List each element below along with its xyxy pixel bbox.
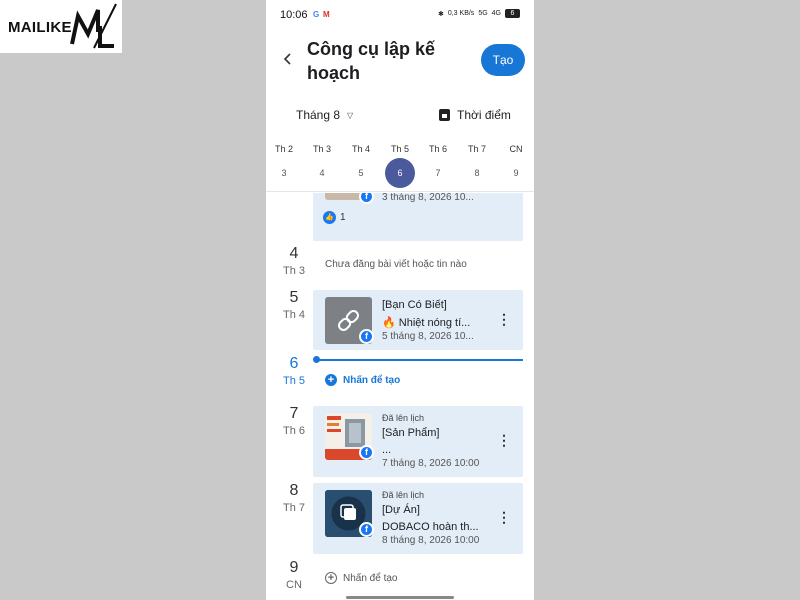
more-options-icon[interactable]: ⋮	[497, 510, 511, 524]
post-card[interactable]: f Đã lên lịch [Dự Án] DOBACO hoàn th... …	[313, 483, 523, 554]
gmail-icon: M	[323, 10, 330, 19]
like-icon: 👍	[323, 211, 336, 224]
week-strip: Th 2 3 Th 3 4 Th 4 5 Th 5 6 Th 6 7 Th 7 …	[266, 140, 534, 192]
post-card[interactable]: f 3 tháng 8, 2026 10... 👍 1	[313, 193, 523, 241]
week-day-name: Th 3	[312, 144, 331, 154]
moment-button[interactable]: Thời điểm	[457, 108, 511, 122]
like-count: 1	[340, 212, 346, 223]
post-tag: [Bạn Có Biết]	[382, 299, 447, 311]
scheduled-status: Đã lên lịch	[382, 413, 425, 423]
mailike-logo: MAILIKE	[0, 0, 122, 53]
post-text: DOBACO hoàn th...	[382, 521, 479, 533]
week-day-number: 4	[319, 168, 325, 178]
logo-text: MAILIKE	[8, 19, 72, 36]
chevron-down-icon[interactable]: ▽	[347, 111, 353, 120]
plus-circle-icon: +	[325, 374, 337, 386]
day-weekday: Th 3	[282, 265, 305, 277]
post-text: 🔥 Nhiệt nóng tí...	[382, 317, 471, 329]
week-day-number: 8	[474, 168, 480, 178]
week-day-name: Th 6	[428, 144, 447, 154]
plus-circle-outline-icon: +	[325, 572, 337, 584]
more-options-icon[interactable]: ⋮	[497, 312, 511, 326]
post-text: ...	[382, 444, 392, 456]
schedule-feed[interactable]: f 3 tháng 8, 2026 10... 👍 1 4 Th 3 Chưa …	[266, 193, 534, 600]
post-date: 5 tháng 8, 2026 10...	[382, 331, 474, 342]
facebook-icon: f	[359, 193, 374, 204]
day-label: 4 Th 3	[266, 245, 322, 277]
create-button[interactable]: Tạo	[481, 44, 525, 76]
tap-to-create-label: Nhấn để tạo	[343, 374, 401, 386]
scheduled-status: Đã lên lịch	[382, 490, 425, 500]
tap-to-create[interactable]: + Nhấn để tạo	[325, 572, 398, 584]
week-day-number: 5	[358, 168, 364, 178]
week-day-name: Th 4	[351, 144, 370, 154]
home-indicator[interactable]	[346, 596, 454, 599]
status-bar: 10:06 G M ✱ 0,3 KB/s 5G 4G 6	[266, 0, 534, 28]
week-day-name: Th 7	[467, 144, 486, 154]
planner-toolbar: Tháng 8 ▽ Thời điểm	[266, 104, 534, 128]
week-day-name: CN	[509, 144, 523, 154]
day-number: 4	[289, 245, 299, 262]
status-time: 10:06	[280, 9, 308, 21]
week-day-name: Th 2	[274, 144, 293, 154]
google-icon: G	[313, 10, 320, 19]
facebook-icon: f	[359, 445, 374, 460]
status-icons: ✱ 0,3 KB/s 5G 4G 6	[438, 9, 520, 18]
week-day-name: Th 5	[390, 144, 409, 154]
post-tag: [Dự Án]	[382, 504, 420, 516]
day-label: 9 CN	[266, 559, 322, 591]
post-tag: [Sản Phẩm]	[382, 427, 440, 439]
signal-4g-icon: 4G	[491, 10, 501, 17]
day-weekday: Th 5	[282, 375, 305, 387]
net-speed: 0,3 KB/s	[447, 10, 475, 17]
week-day-number: 9	[513, 168, 519, 178]
post-date: 7 tháng 8, 2026 10:00	[382, 458, 480, 469]
signal-5g-icon: 5G	[478, 10, 488, 17]
facebook-icon: f	[359, 329, 374, 344]
calendar-icon[interactable]	[439, 109, 450, 121]
app-header: Công cụ lập kế hoạch Tạo	[266, 30, 534, 90]
current-time-line	[316, 359, 523, 361]
month-selector[interactable]: Tháng 8	[296, 108, 340, 122]
empty-day-text: Chưa đăng bài viết hoặc tin nào	[325, 259, 467, 270]
bluetooth-icon: ✱	[437, 10, 444, 18]
back-arrow-icon[interactable]	[280, 51, 296, 67]
post-date: 8 tháng 8, 2026 10:00	[382, 535, 480, 546]
post-card[interactable]: f [Bạn Có Biết] 🔥 Nhiệt nóng tí... 5 thá…	[313, 290, 523, 350]
phone-screen: 10:06 G M ✱ 0,3 KB/s 5G 4G 6 Công cụ lập…	[266, 0, 534, 600]
more-options-icon[interactable]: ⋮	[497, 433, 511, 447]
tap-to-create-label: Nhấn để tạo	[343, 572, 398, 584]
ml-monogram-icon	[70, 3, 117, 49]
day-number: 9	[289, 559, 299, 576]
page-title: Công cụ lập kế hoạch	[307, 39, 436, 83]
post-date: 3 tháng 8, 2026 10...	[382, 193, 474, 203]
tap-to-create[interactable]: + Nhấn để tạo	[325, 374, 400, 386]
week-day-number: 7	[435, 168, 441, 178]
post-card[interactable]: f Đã lên lịch [Sản Phẩm] ... 7 tháng 8, …	[313, 406, 523, 477]
week-day-number: 6	[397, 168, 403, 178]
week-day-number: 3	[281, 168, 287, 178]
battery-icon: 6	[505, 9, 520, 18]
day-weekday: CN	[286, 579, 302, 591]
facebook-icon: f	[359, 522, 374, 537]
